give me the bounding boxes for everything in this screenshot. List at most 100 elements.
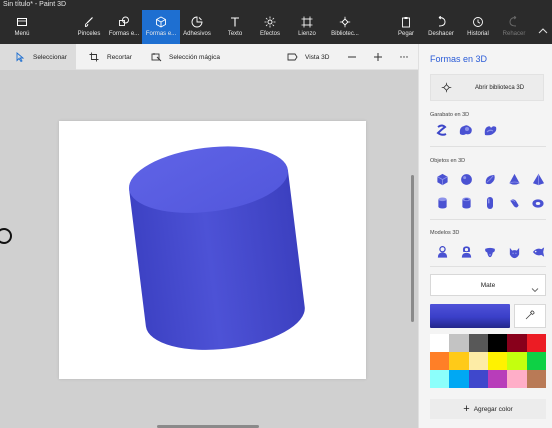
color-swatch[interactable] bbox=[468, 352, 488, 370]
color-swatch[interactable] bbox=[526, 334, 546, 352]
magic-select-button[interactable]: Selección mágica bbox=[150, 44, 220, 70]
torus-icon[interactable] bbox=[526, 193, 550, 213]
undo-button[interactable]: Deshacer bbox=[424, 10, 458, 44]
pyramid-icon[interactable] bbox=[526, 169, 550, 189]
soft-doodle-icon[interactable] bbox=[454, 120, 478, 140]
menu-button[interactable]: Menú bbox=[8, 10, 36, 44]
color-swatch[interactable] bbox=[487, 334, 508, 352]
cursor-icon bbox=[14, 51, 26, 63]
open-3d-library-label: Abrir biblioteca 3D bbox=[475, 84, 525, 91]
paste-label: Pegar bbox=[397, 31, 414, 37]
tool-canvas-label: Lienzo bbox=[298, 31, 316, 37]
undo-label: Deshacer bbox=[428, 31, 454, 37]
3d-cylinder-object[interactable] bbox=[59, 121, 366, 379]
tool-3d-library[interactable]: Bibliotec... bbox=[326, 10, 364, 44]
cube-icon[interactable] bbox=[430, 169, 454, 189]
open-3d-library-button[interactable]: Abrir biblioteca 3D bbox=[430, 74, 544, 101]
color-swatch[interactable] bbox=[468, 334, 488, 352]
color-swatch[interactable] bbox=[430, 352, 450, 370]
tool-text[interactable]: Texto bbox=[222, 10, 248, 44]
material-value: Mate bbox=[480, 281, 496, 289]
drawing-canvas[interactable] bbox=[59, 121, 366, 379]
eyedropper-icon bbox=[525, 307, 535, 325]
chevron-up-icon[interactable] bbox=[538, 22, 548, 40]
color-swatch[interactable] bbox=[449, 370, 469, 388]
tool-canvas[interactable]: Lienzo bbox=[292, 10, 322, 44]
objects-section-label: Objetos en 3D bbox=[430, 158, 466, 164]
more-options-button[interactable] bbox=[398, 44, 410, 70]
redo-button[interactable]: Rehacer bbox=[498, 10, 530, 44]
3d-objects-row-1 bbox=[430, 169, 550, 189]
tool-3d-shapes[interactable]: Formas e... bbox=[142, 10, 180, 44]
color-swatch[interactable] bbox=[449, 352, 469, 370]
color-swatch[interactable] bbox=[507, 370, 527, 388]
color-palette bbox=[430, 334, 546, 388]
fish-model-icon[interactable] bbox=[526, 242, 550, 262]
tool-2d-shapes[interactable]: Formas e... bbox=[107, 10, 141, 44]
plus-icon: + bbox=[463, 402, 470, 415]
man-model-icon[interactable] bbox=[430, 242, 454, 262]
donut-icon[interactable] bbox=[502, 193, 526, 213]
shapes-3d-panel: Formas en 3D Abrir biblioteca 3D Garabat… bbox=[418, 44, 552, 428]
capsule-icon[interactable] bbox=[478, 193, 502, 213]
color-swatch[interactable] bbox=[430, 334, 450, 352]
doodle-section-label: Garabato en 3D bbox=[430, 112, 470, 118]
tool-brushes[interactable]: Pinceles bbox=[74, 10, 104, 44]
add-color-label: Agregar color bbox=[473, 405, 513, 413]
text-icon bbox=[227, 14, 243, 30]
cube-icon bbox=[153, 14, 169, 30]
library-icon bbox=[337, 14, 353, 30]
sharp-doodle-icon[interactable] bbox=[430, 120, 454, 140]
paste-button[interactable]: Pegar bbox=[392, 10, 420, 44]
color-swatch[interactable] bbox=[487, 370, 508, 388]
models-section-label: Modelos 3D bbox=[430, 230, 460, 236]
color-swatch[interactable] bbox=[449, 334, 469, 352]
color-swatch[interactable] bbox=[526, 370, 546, 388]
add-color-button[interactable]: + Agregar color bbox=[430, 399, 546, 419]
vertical-scrollbar[interactable] bbox=[411, 175, 414, 322]
color-swatch[interactable] bbox=[430, 370, 450, 388]
panel-title: Formas en 3D bbox=[430, 54, 488, 64]
color-swatch[interactable] bbox=[507, 334, 527, 352]
crop-label: Recortar bbox=[107, 53, 132, 61]
cat-model-icon[interactable] bbox=[502, 242, 526, 262]
history-button[interactable]: Historial bbox=[462, 10, 494, 44]
chevron-down-icon bbox=[531, 281, 539, 299]
color-swatch[interactable] bbox=[487, 352, 508, 370]
current-color-swatch[interactable] bbox=[430, 304, 510, 328]
material-dropdown[interactable]: Mate bbox=[430, 274, 546, 296]
color-swatch[interactable] bbox=[526, 352, 546, 370]
tube-icon[interactable] bbox=[454, 193, 478, 213]
history-label: Historial bbox=[467, 31, 489, 37]
crop-button[interactable]: Recortar bbox=[88, 44, 132, 70]
sphere-icon[interactable] bbox=[454, 169, 478, 189]
panel-divider bbox=[430, 219, 546, 220]
view3d-label: Vista 3D bbox=[305, 53, 330, 61]
folder-icon bbox=[14, 14, 30, 30]
cylinder-icon[interactable] bbox=[430, 193, 454, 213]
dog-model-icon[interactable] bbox=[478, 242, 502, 262]
shapes2d-icon bbox=[116, 14, 132, 30]
canvas-edge-glyph bbox=[0, 228, 12, 244]
cone-icon[interactable] bbox=[502, 169, 526, 189]
effects-icon bbox=[262, 14, 278, 30]
view3d-button[interactable]: Vista 3D bbox=[286, 44, 329, 70]
sticker-icon bbox=[189, 14, 205, 30]
tool-text-label: Texto bbox=[227, 31, 243, 37]
tube-doodle-icon[interactable] bbox=[478, 120, 502, 140]
woman-model-icon[interactable] bbox=[454, 242, 478, 262]
zoom-out-button[interactable] bbox=[346, 44, 358, 70]
menu-label: Menú bbox=[14, 31, 30, 37]
tool-effects[interactable]: Efectos bbox=[256, 10, 284, 44]
panel-divider bbox=[430, 266, 546, 267]
canvas-workspace[interactable] bbox=[0, 70, 418, 428]
eyedropper-button[interactable] bbox=[514, 304, 546, 328]
tool-stickers[interactable]: Adhesivos bbox=[180, 10, 214, 44]
color-swatch[interactable] bbox=[507, 352, 527, 370]
canvas-icon bbox=[299, 14, 315, 30]
zoom-in-button[interactable] bbox=[372, 44, 384, 70]
select-button[interactable]: Seleccionar bbox=[0, 44, 76, 70]
hemisphere-icon[interactable] bbox=[478, 169, 502, 189]
color-swatch[interactable] bbox=[468, 370, 488, 388]
paste-icon bbox=[398, 14, 414, 30]
